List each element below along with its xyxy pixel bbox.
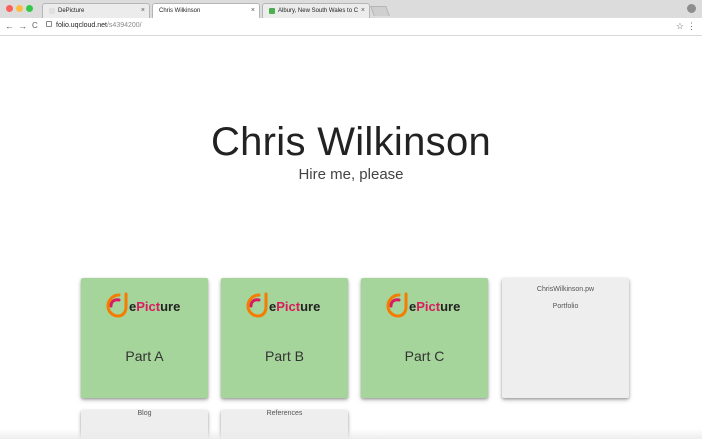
logo-text-pict: Pict (136, 299, 161, 314)
page-title: Chris Wilkinson (210, 120, 492, 164)
card-subtitle: Portfolio (552, 303, 579, 310)
new-tab-button[interactable] (370, 6, 390, 16)
card-portfolio[interactable]: ChrisWilkinson.pw Portfolio (502, 278, 629, 398)
card-title: ChrisWilkinson.pw (536, 286, 595, 293)
close-tab-icon[interactable]: × (361, 4, 365, 18)
browser-menu-icon[interactable]: ⋮ (687, 20, 696, 32)
logo-text-ure: ure (300, 299, 320, 314)
card-title: Blog (137, 410, 152, 417)
browser-window: DePicture × Chris Wilkinson × Albury, Ne… (0, 0, 702, 439)
url-path: /s4394200/ (106, 22, 142, 29)
logo-text-ure: ure (160, 299, 180, 314)
close-tab-icon[interactable]: × (141, 4, 145, 18)
logo-text-ure: ure (440, 299, 460, 314)
logo-text-e: e (409, 299, 416, 314)
tab-albury-map[interactable]: Albury, New South Wales to Ca × (262, 3, 370, 18)
depicture-logo: ePicture (361, 292, 488, 318)
depicture-logo: ePicture (221, 292, 348, 318)
bottom-shadow (0, 429, 702, 439)
page-info-icon[interactable] (46, 21, 52, 28)
card-title: References (266, 410, 303, 417)
tab-depicture[interactable]: DePicture × (42, 3, 150, 18)
profile-icon[interactable] (687, 4, 696, 13)
svg-text:ePicture: ePicture (129, 299, 180, 314)
card-part-b[interactable]: ePicture Part B (221, 278, 348, 398)
page-content: Chris Wilkinson Hire me, please ePicture… (0, 36, 702, 439)
card-label: Part C (404, 348, 445, 364)
card-label: Part B (265, 348, 304, 364)
maximize-window-icon[interactable] (26, 5, 33, 12)
minimize-window-icon[interactable] (16, 5, 23, 12)
browser-toolbar: ← → C folio.uqcloud.net/s4394200/ ☆ ⋮ (0, 18, 702, 36)
reload-icon[interactable]: C (32, 20, 38, 32)
maps-icon (269, 7, 275, 14)
url-host: folio.uqcloud.net (56, 22, 107, 29)
bookmark-star-icon[interactable]: ☆ (676, 20, 684, 32)
logo-text-e: e (129, 299, 136, 314)
tab-strip: DePicture × Chris Wilkinson × Albury, Ne… (0, 0, 702, 19)
card-part-c[interactable]: ePicture Part C (361, 278, 488, 398)
back-icon[interactable]: ← (5, 20, 14, 32)
tab-title: DePicture (58, 8, 85, 14)
forward-icon[interactable]: → (18, 20, 27, 32)
card-label: Part A (125, 348, 164, 364)
page-subtitle: Hire me, please (298, 166, 404, 183)
address-bar[interactable]: folio.uqcloud.net/s4394200/ (46, 20, 686, 32)
svg-text:ePicture: ePicture (269, 299, 320, 314)
close-window-icon[interactable] (6, 5, 13, 12)
page-icon (49, 7, 55, 14)
logo-text-e: e (269, 299, 276, 314)
logo-text-pict: Pict (276, 299, 301, 314)
depicture-logo: ePicture (81, 292, 208, 318)
tab-title: Albury, New South Wales to Ca (278, 8, 358, 14)
svg-text:ePicture: ePicture (409, 299, 460, 314)
tab-title: Chris Wilkinson (159, 8, 201, 14)
card-part-a[interactable]: ePicture Part A (81, 278, 208, 398)
logo-text-pict: Pict (416, 299, 441, 314)
close-tab-icon[interactable]: × (251, 4, 255, 18)
tab-chris-wilkinson[interactable]: Chris Wilkinson × (152, 3, 260, 19)
